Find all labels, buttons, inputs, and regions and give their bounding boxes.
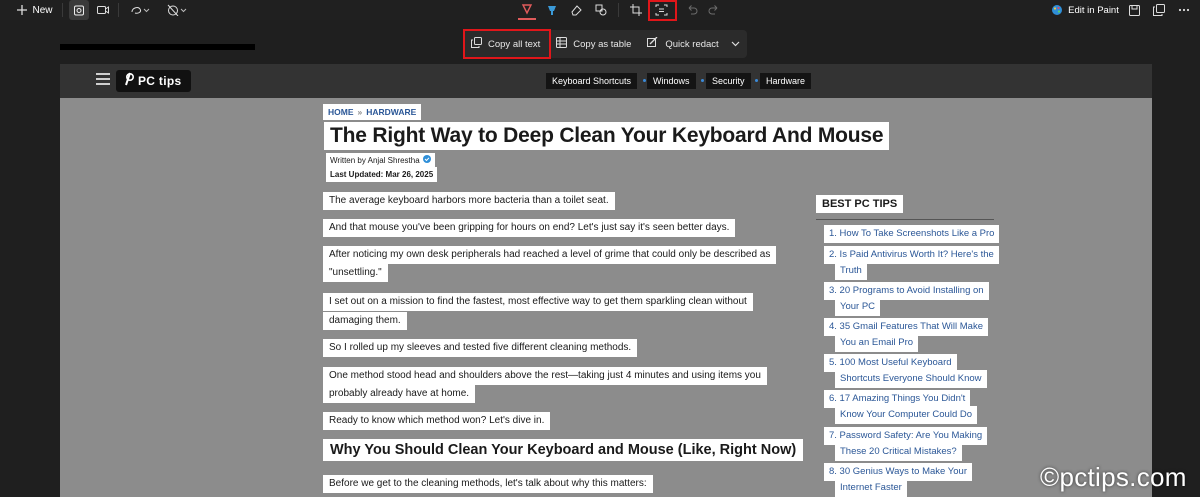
paragraph: The average keyboard harbors more bacter… [323,192,615,210]
edit-in-paint-button[interactable]: Edit in Paint [1051,0,1119,20]
copy-icon [1153,4,1165,16]
sidebar-item: You an Email Pro [835,334,919,352]
quick-redact-label: Quick redact [665,38,719,50]
nav-dot [755,79,758,82]
timer-off-icon [167,4,187,16]
plus-icon [17,5,28,15]
verified-icon [422,155,431,165]
paragraph: damaging them. [323,312,407,330]
save-button[interactable] [1126,0,1142,20]
crop-button[interactable] [627,0,645,20]
sidebar-item: Your PC [835,298,881,316]
redo-button[interactable] [706,0,722,20]
paragraph: One method stood head and shoulders abov… [323,367,767,385]
paragraph: "unsettling." [323,264,388,282]
sidebar-item: Know Your Computer Could Do [835,406,978,424]
watermark: ©pctips.com [1040,462,1187,492]
highlighter-icon [546,4,558,16]
copy-as-table-button[interactable]: Copy as table [548,30,639,58]
author-label: Written by Anjal Shrestha [330,155,420,165]
redact-options-dropdown[interactable] [727,30,748,58]
undo-icon [686,5,698,15]
breadcrumb-hardware: HARDWARE [366,107,417,117]
sidebar-item: These 20 Critical Mistakes? [835,443,962,461]
redacted-region [60,44,255,50]
more-icon [1178,8,1190,12]
nav-windows: Windows [647,73,696,89]
menu-icon [96,73,110,85]
shapes-button[interactable] [592,0,610,20]
nav-keyboard-shortcuts: Keyboard Shortcuts [546,73,638,89]
ballpoint-pen-button[interactable] [518,0,536,20]
video-mode-button[interactable] [93,0,113,20]
chevron-down-icon [731,39,740,50]
paragraph: probably already have at home. [323,385,476,403]
eraser-button[interactable] [567,0,585,20]
nav-dot [643,79,646,82]
paint-icon [1051,4,1063,16]
paragraph: Ready to know which method won? Let's di… [323,412,551,430]
paragraph: And that mouse you've been gripping for … [323,219,736,237]
site-header: PC tips Keyboard Shortcuts Windows Secur… [60,64,1152,98]
eraser-icon [570,4,582,16]
save-icon [1128,4,1140,16]
delay-timer-dropdown[interactable] [165,0,189,20]
divider [62,3,63,17]
copy-icon [471,37,482,51]
paragraph: So I rolled up my sleeves and tested fiv… [323,339,638,357]
breadcrumb: HOME » HARDWARE [323,104,422,120]
sidebar-item: Truth [835,262,867,280]
copy-all-text-button[interactable]: Copy all text [463,30,548,58]
last-updated: Last Updated: Mar 26, 2025 [326,167,438,182]
screenshot-mode-button[interactable] [69,0,89,20]
nav-hardware: Hardware [760,73,812,89]
shapes-icon [595,4,607,16]
redact-icon [647,36,659,51]
paragraph: Before we get to the cleaning methods, l… [323,475,653,493]
new-button[interactable]: New [12,0,58,20]
breadcrumb-separator: » [357,107,363,117]
sidebar-item: Shortcuts Everyone Should Know [835,370,987,388]
copy-all-text-label: Copy all text [488,38,541,50]
section-heading: Why You Should Clean Your Keyboard and M… [323,439,804,461]
pen-icon [521,3,533,15]
paragraph: I set out on a mission to find the faste… [323,293,753,311]
snipping-toolbar: New Edit in Paint [0,0,1200,21]
redo-icon [708,5,720,15]
site-logo: PC tips [116,70,191,92]
snip-shape-dropdown[interactable] [127,0,153,20]
divider [618,3,619,17]
logo-mark-icon [122,72,135,91]
text-actions-bar: Copy all text Copy as table Quick redact [463,30,747,58]
table-icon [556,37,568,51]
copy-button[interactable] [1151,0,1167,20]
text-actions-button[interactable] [651,0,671,20]
article-author: Written by Anjal Shrestha [326,153,435,167]
breadcrumb-home: HOME [328,107,354,117]
text-actions-icon [655,4,668,16]
sidebar-item: Internet Faster [835,479,907,497]
sidebar-title: BEST PC TIPS [816,195,904,213]
quick-redact-button[interactable]: Quick redact [639,30,726,58]
more-options-button[interactable] [1176,0,1192,20]
camera-icon [73,4,85,16]
paragraph: After noticing my own desk peripherals h… [323,246,777,264]
freeform-shape-icon [130,5,150,15]
captured-screenshot: PC tips Keyboard Shortcuts Windows Secur… [60,64,1152,497]
nav-dot [701,79,704,82]
undo-button[interactable] [684,0,700,20]
edit-in-paint-label: Edit in Paint [1068,4,1119,16]
nav-security: Security [706,73,751,89]
new-label: New [32,4,53,16]
logo-text: PC tips [138,74,182,88]
article-title: The Right Way to Deep Clean Your Keyboar… [324,122,890,150]
video-icon [97,5,109,15]
divider [118,3,119,17]
crop-icon [630,4,642,16]
sidebar-item: 1. How To Take Screenshots Like a Pro [824,225,1000,243]
copy-as-table-label: Copy as table [573,38,632,50]
highlighter-button[interactable] [543,0,561,20]
sidebar-divider [816,219,994,220]
